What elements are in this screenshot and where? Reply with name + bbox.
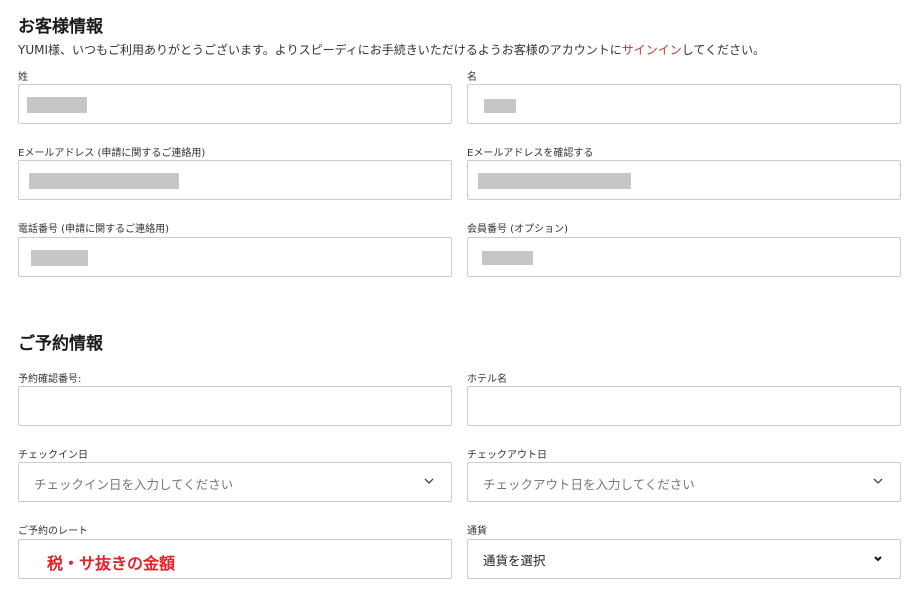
confirmation-number-label: 予約確認番号:: [18, 374, 82, 385]
phone-field[interactable]: [18, 237, 452, 277]
redacted-value: [484, 99, 516, 113]
confirmation-number-field[interactable]: [18, 386, 452, 426]
member-number-label: 会員番号 (オプション): [467, 224, 568, 235]
checkout-placeholder: チェックアウト日を入力してください: [483, 477, 695, 492]
currency-selected-value: 通貨を選択: [483, 553, 546, 568]
currency-label: 通貨: [467, 526, 487, 537]
checkin-date-dropdown[interactable]: チェックイン日を入力してください: [18, 462, 452, 502]
last-name-label: 姓: [18, 72, 28, 83]
intro-suffix: してください。: [681, 43, 766, 57]
email-confirm-field[interactable]: [467, 160, 901, 200]
currency-select[interactable]: 通貨を選択: [467, 539, 901, 579]
chevron-down-icon: [873, 478, 883, 484]
checkin-placeholder: チェックイン日を入力してください: [34, 477, 234, 492]
checkout-date-dropdown[interactable]: チェックアウト日を入力してください: [467, 462, 901, 502]
hotel-name-field[interactable]: [467, 386, 901, 426]
member-number-field[interactable]: [467, 237, 901, 277]
checkout-label: チェックアウト日: [467, 450, 547, 461]
last-name-field[interactable]: [18, 84, 452, 124]
signin-intro: YUMI様、いつもご利用ありがとうございます。よりスピーディにお手続きいただける…: [18, 41, 765, 58]
redacted-value: [478, 173, 631, 189]
chevron-down-icon: [424, 478, 434, 484]
caret-down-icon: [874, 556, 882, 562]
redacted-value: [482, 251, 533, 265]
hotel-name-label: ホテル名: [467, 374, 507, 385]
checkin-label: チェックイン日: [18, 450, 88, 461]
phone-label: 電話番号 (申請に関するご連絡用): [18, 224, 169, 235]
intro-text: YUMI様、いつもご利用ありがとうございます。よりスピーディにお手続きいただける…: [18, 43, 622, 57]
email-confirm-label: Eメールアドレスを確認する: [467, 148, 594, 159]
rate-field[interactable]: 税・サ抜きの金額: [18, 539, 452, 579]
redacted-value: [29, 173, 179, 189]
rate-label: ご予約のレート: [18, 526, 88, 537]
email-field[interactable]: [18, 160, 452, 200]
signin-link[interactable]: サインイン: [622, 43, 682, 57]
rate-annotation: 税・サ抜きの金額: [47, 554, 176, 573]
customer-info-title: お客様情報: [18, 17, 103, 37]
first-name-field[interactable]: [467, 84, 901, 124]
reservation-info-title: ご予約情報: [18, 334, 103, 354]
redacted-value: [27, 97, 87, 113]
redacted-value: [31, 250, 88, 266]
email-label: Eメールアドレス (申請に関するご連絡用): [18, 148, 206, 159]
first-name-label: 名: [467, 72, 477, 83]
